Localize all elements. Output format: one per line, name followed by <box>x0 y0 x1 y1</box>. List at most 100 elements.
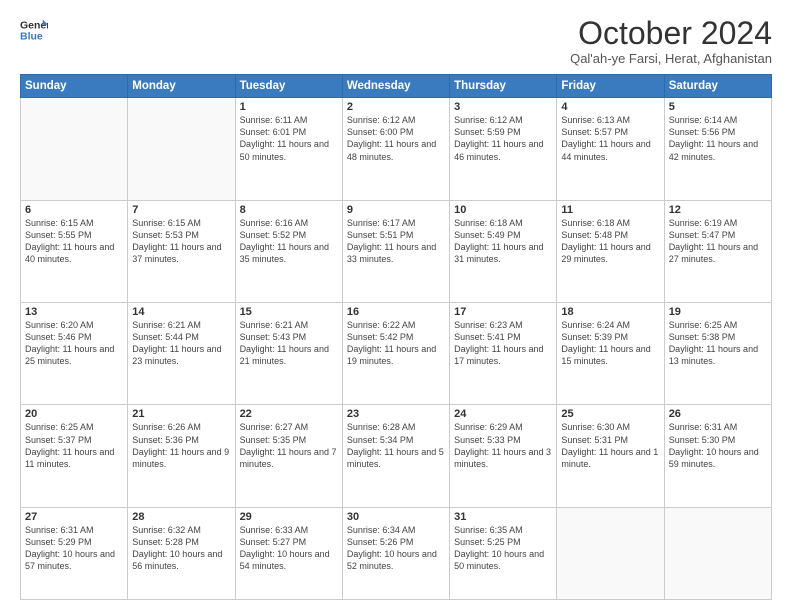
weekday-header-thursday: Thursday <box>450 75 557 98</box>
calendar-cell: 22Sunrise: 6:27 AM Sunset: 5:35 PM Dayli… <box>235 405 342 507</box>
day-number: 31 <box>454 511 552 523</box>
day-info: Sunrise: 6:14 AM Sunset: 5:56 PM Dayligh… <box>669 114 767 163</box>
day-info: Sunrise: 6:31 AM Sunset: 5:30 PM Dayligh… <box>669 421 767 470</box>
day-number: 12 <box>669 204 767 216</box>
day-number: 9 <box>347 204 445 216</box>
day-number: 28 <box>132 511 230 523</box>
day-info: Sunrise: 6:21 AM Sunset: 5:44 PM Dayligh… <box>132 319 230 368</box>
week-row-5: 27Sunrise: 6:31 AM Sunset: 5:29 PM Dayli… <box>21 507 772 599</box>
day-info: Sunrise: 6:15 AM Sunset: 5:55 PM Dayligh… <box>25 217 123 266</box>
day-info: Sunrise: 6:12 AM Sunset: 6:00 PM Dayligh… <box>347 114 445 163</box>
day-number: 22 <box>240 408 338 420</box>
calendar-cell: 24Sunrise: 6:29 AM Sunset: 5:33 PM Dayli… <box>450 405 557 507</box>
calendar-cell: 1Sunrise: 6:11 AM Sunset: 6:01 PM Daylig… <box>235 98 342 200</box>
weekday-header-friday: Friday <box>557 75 664 98</box>
day-number: 18 <box>561 306 659 318</box>
day-number: 24 <box>454 408 552 420</box>
day-info: Sunrise: 6:16 AM Sunset: 5:52 PM Dayligh… <box>240 217 338 266</box>
weekday-header-monday: Monday <box>128 75 235 98</box>
day-number: 6 <box>25 204 123 216</box>
day-info: Sunrise: 6:26 AM Sunset: 5:36 PM Dayligh… <box>132 421 230 470</box>
svg-text:Blue: Blue <box>20 31 43 43</box>
calendar-cell <box>21 98 128 200</box>
calendar-cell: 11Sunrise: 6:18 AM Sunset: 5:48 PM Dayli… <box>557 200 664 302</box>
day-number: 27 <box>25 511 123 523</box>
day-number: 14 <box>132 306 230 318</box>
calendar-cell <box>128 98 235 200</box>
day-number: 2 <box>347 101 445 113</box>
calendar-cell <box>664 507 771 599</box>
calendar-cell: 9Sunrise: 6:17 AM Sunset: 5:51 PM Daylig… <box>342 200 449 302</box>
week-row-1: 1Sunrise: 6:11 AM Sunset: 6:01 PM Daylig… <box>21 98 772 200</box>
calendar-cell: 7Sunrise: 6:15 AM Sunset: 5:53 PM Daylig… <box>128 200 235 302</box>
calendar-cell: 26Sunrise: 6:31 AM Sunset: 5:30 PM Dayli… <box>664 405 771 507</box>
calendar-cell: 3Sunrise: 6:12 AM Sunset: 5:59 PM Daylig… <box>450 98 557 200</box>
day-number: 3 <box>454 101 552 113</box>
day-number: 23 <box>347 408 445 420</box>
logo-icon: General Blue <box>20 16 48 44</box>
week-row-3: 13Sunrise: 6:20 AM Sunset: 5:46 PM Dayli… <box>21 303 772 405</box>
day-info: Sunrise: 6:20 AM Sunset: 5:46 PM Dayligh… <box>25 319 123 368</box>
day-info: Sunrise: 6:17 AM Sunset: 5:51 PM Dayligh… <box>347 217 445 266</box>
day-info: Sunrise: 6:23 AM Sunset: 5:41 PM Dayligh… <box>454 319 552 368</box>
calendar-cell: 19Sunrise: 6:25 AM Sunset: 5:38 PM Dayli… <box>664 303 771 405</box>
day-number: 4 <box>561 101 659 113</box>
week-row-4: 20Sunrise: 6:25 AM Sunset: 5:37 PM Dayli… <box>21 405 772 507</box>
day-number: 10 <box>454 204 552 216</box>
logo: General Blue <box>20 16 48 44</box>
weekday-header-tuesday: Tuesday <box>235 75 342 98</box>
weekday-header-saturday: Saturday <box>664 75 771 98</box>
calendar-cell: 8Sunrise: 6:16 AM Sunset: 5:52 PM Daylig… <box>235 200 342 302</box>
day-number: 1 <box>240 101 338 113</box>
calendar-page: General Blue October 2024 Qal'ah-ye Fars… <box>0 0 792 612</box>
day-info: Sunrise: 6:12 AM Sunset: 5:59 PM Dayligh… <box>454 114 552 163</box>
calendar-cell: 20Sunrise: 6:25 AM Sunset: 5:37 PM Dayli… <box>21 405 128 507</box>
day-info: Sunrise: 6:35 AM Sunset: 5:25 PM Dayligh… <box>454 524 552 573</box>
day-info: Sunrise: 6:29 AM Sunset: 5:33 PM Dayligh… <box>454 421 552 470</box>
calendar-cell: 31Sunrise: 6:35 AM Sunset: 5:25 PM Dayli… <box>450 507 557 599</box>
day-number: 25 <box>561 408 659 420</box>
day-info: Sunrise: 6:31 AM Sunset: 5:29 PM Dayligh… <box>25 524 123 573</box>
day-number: 16 <box>347 306 445 318</box>
calendar-cell: 27Sunrise: 6:31 AM Sunset: 5:29 PM Dayli… <box>21 507 128 599</box>
calendar-table: SundayMondayTuesdayWednesdayThursdayFrid… <box>20 74 772 600</box>
day-info: Sunrise: 6:13 AM Sunset: 5:57 PM Dayligh… <box>561 114 659 163</box>
day-info: Sunrise: 6:28 AM Sunset: 5:34 PM Dayligh… <box>347 421 445 470</box>
day-number: 13 <box>25 306 123 318</box>
day-number: 26 <box>669 408 767 420</box>
day-info: Sunrise: 6:33 AM Sunset: 5:27 PM Dayligh… <box>240 524 338 573</box>
day-number: 7 <box>132 204 230 216</box>
calendar-cell: 21Sunrise: 6:26 AM Sunset: 5:36 PM Dayli… <box>128 405 235 507</box>
calendar-cell: 12Sunrise: 6:19 AM Sunset: 5:47 PM Dayli… <box>664 200 771 302</box>
day-info: Sunrise: 6:18 AM Sunset: 5:49 PM Dayligh… <box>454 217 552 266</box>
weekday-header-row: SundayMondayTuesdayWednesdayThursdayFrid… <box>21 75 772 98</box>
day-number: 5 <box>669 101 767 113</box>
day-info: Sunrise: 6:22 AM Sunset: 5:42 PM Dayligh… <box>347 319 445 368</box>
calendar-cell: 18Sunrise: 6:24 AM Sunset: 5:39 PM Dayli… <box>557 303 664 405</box>
calendar-cell: 30Sunrise: 6:34 AM Sunset: 5:26 PM Dayli… <box>342 507 449 599</box>
day-info: Sunrise: 6:18 AM Sunset: 5:48 PM Dayligh… <box>561 217 659 266</box>
main-title: October 2024 <box>570 16 772 51</box>
title-block: October 2024 Qal'ah-ye Farsi, Herat, Afg… <box>570 16 772 66</box>
day-info: Sunrise: 6:24 AM Sunset: 5:39 PM Dayligh… <box>561 319 659 368</box>
day-number: 21 <box>132 408 230 420</box>
subtitle: Qal'ah-ye Farsi, Herat, Afghanistan <box>570 51 772 66</box>
day-info: Sunrise: 6:34 AM Sunset: 5:26 PM Dayligh… <box>347 524 445 573</box>
calendar-cell: 16Sunrise: 6:22 AM Sunset: 5:42 PM Dayli… <box>342 303 449 405</box>
day-number: 11 <box>561 204 659 216</box>
calendar-cell: 28Sunrise: 6:32 AM Sunset: 5:28 PM Dayli… <box>128 507 235 599</box>
calendar-cell: 2Sunrise: 6:12 AM Sunset: 6:00 PM Daylig… <box>342 98 449 200</box>
calendar-cell: 6Sunrise: 6:15 AM Sunset: 5:55 PM Daylig… <box>21 200 128 302</box>
calendar-cell: 15Sunrise: 6:21 AM Sunset: 5:43 PM Dayli… <box>235 303 342 405</box>
weekday-header-sunday: Sunday <box>21 75 128 98</box>
day-info: Sunrise: 6:11 AM Sunset: 6:01 PM Dayligh… <box>240 114 338 163</box>
day-info: Sunrise: 6:27 AM Sunset: 5:35 PM Dayligh… <box>240 421 338 470</box>
day-number: 30 <box>347 511 445 523</box>
day-info: Sunrise: 6:30 AM Sunset: 5:31 PM Dayligh… <box>561 421 659 470</box>
calendar-cell: 29Sunrise: 6:33 AM Sunset: 5:27 PM Dayli… <box>235 507 342 599</box>
day-info: Sunrise: 6:21 AM Sunset: 5:43 PM Dayligh… <box>240 319 338 368</box>
day-info: Sunrise: 6:32 AM Sunset: 5:28 PM Dayligh… <box>132 524 230 573</box>
day-number: 15 <box>240 306 338 318</box>
calendar-cell: 25Sunrise: 6:30 AM Sunset: 5:31 PM Dayli… <box>557 405 664 507</box>
calendar-cell: 14Sunrise: 6:21 AM Sunset: 5:44 PM Dayli… <box>128 303 235 405</box>
